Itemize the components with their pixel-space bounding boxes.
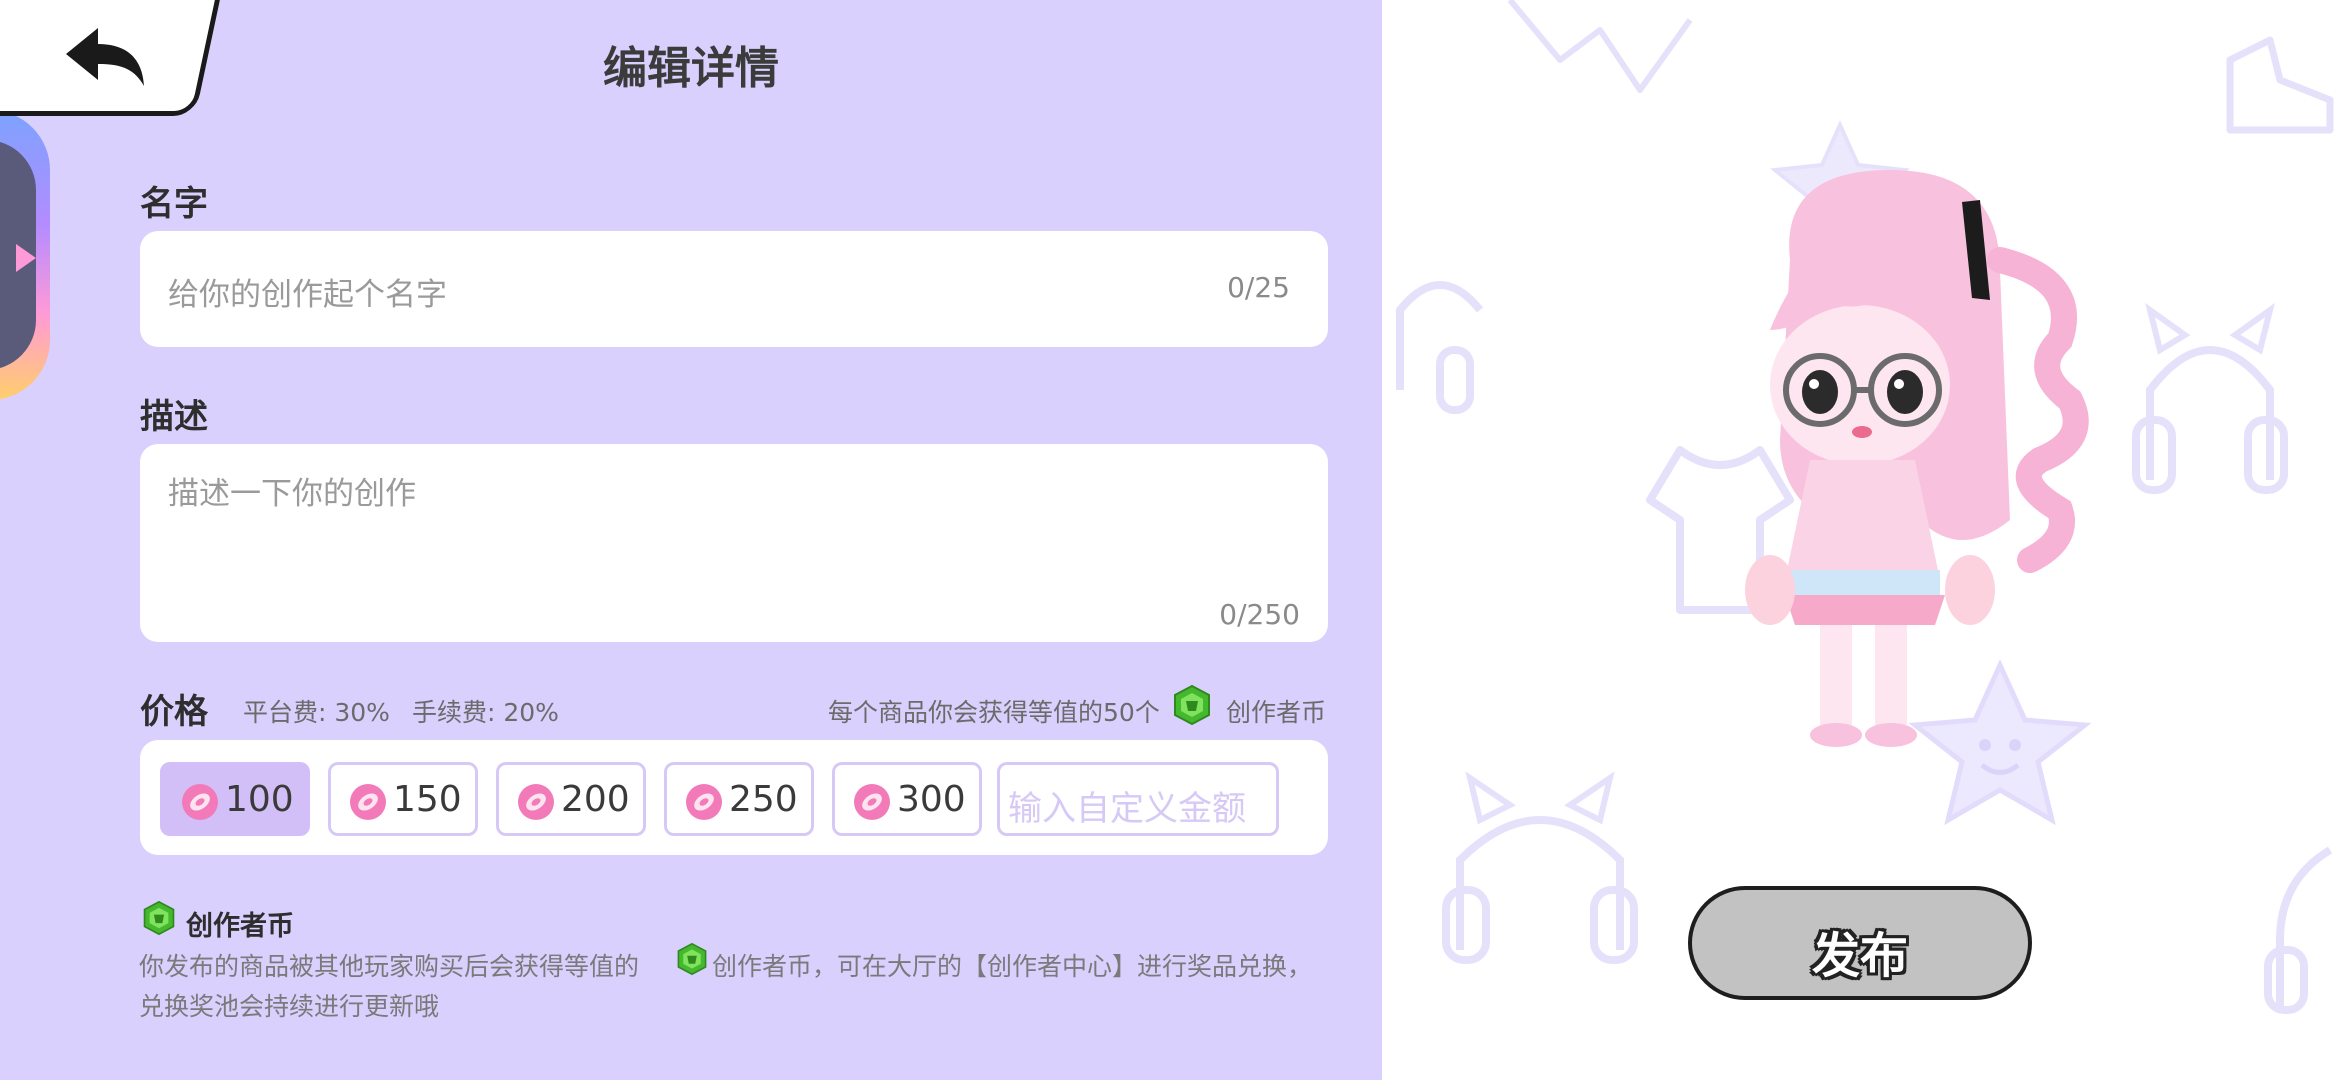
creator-coin-gem-icon [143, 900, 175, 936]
earn-info-text: 每个商品你会获得等值的50个 [828, 698, 1160, 727]
pink-coin-icon [182, 784, 218, 820]
shorts-outline-icon [1507, 0, 1693, 93]
pink-coin-icon [518, 784, 554, 820]
name-placeholder: 给你的创作起个名字 [168, 277, 447, 313]
headphones-outline-icon [1396, 281, 1484, 414]
pink-coin-icon [854, 784, 890, 820]
price-option-100[interactable]: 100 [160, 762, 310, 836]
publish-button-label: 发布 [1811, 928, 1908, 984]
creator-coin-text: 创作者币 [1226, 698, 1327, 727]
price-option-150[interactable]: 150 [328, 762, 478, 836]
name-input[interactable]: 给你的创作起个名字 0/25 [140, 231, 1328, 347]
name-char-counter: 0/25 [1227, 271, 1290, 304]
price-amount: 150 [393, 779, 462, 820]
creator-coin-gem-icon [1174, 684, 1210, 726]
price-option-300[interactable]: 300 [832, 762, 982, 836]
page-title: 编辑详情 [603, 43, 779, 94]
publish-button[interactable]: 发布 [1688, 886, 2032, 1000]
shoe-outline-icon [2226, 36, 2334, 134]
headphones-outline-icon [2132, 302, 2288, 494]
price-amount: 250 [729, 779, 798, 820]
price-option-200[interactable]: 200 [496, 762, 646, 836]
price-options-box: 100 150 200 250 300 输入自定义金额 [140, 740, 1328, 855]
description-placeholder: 描述一下你的创作 [168, 476, 416, 512]
price-option-250[interactable]: 250 [664, 762, 814, 836]
pink-coin-icon [686, 784, 722, 820]
price-label: 价格 [140, 692, 208, 732]
character-avatar [1745, 170, 2089, 747]
platform-fee-text: 平台费: 30% [243, 698, 390, 727]
pink-coin-icon [350, 784, 386, 820]
expand-arrow-icon[interactable] [16, 244, 36, 272]
description-label: 描述 [140, 397, 208, 437]
creator-coin-info-line1a: 你发布的商品被其他玩家购买后会获得等值的 [139, 952, 640, 981]
description-textarea[interactable]: 描述一下你的创作 0/250 [140, 444, 1328, 642]
custom-price-placeholder: 输入自定义金额 [1008, 789, 1246, 829]
creator-coin-info-line2: 兑换奖池会持续进行更新哦 [139, 992, 440, 1021]
creator-coin-gem-icon [677, 942, 707, 976]
price-amount: 300 [897, 779, 966, 820]
name-label: 名字 [140, 184, 208, 224]
edit-details-panel: 编辑详情 名字 给你的创作起个名字 0/25 描述 描述一下你的创作 0/250… [0, 0, 1382, 1080]
headphones-outline-icon [1442, 771, 1638, 964]
creator-coin-info-title: 创作者币 [186, 911, 294, 942]
service-fee-text: 手续费: 20% [412, 698, 559, 727]
description-char-counter: 0/250 [1219, 598, 1300, 631]
price-amount: 200 [561, 779, 630, 820]
custom-price-input[interactable]: 输入自定义金额 [997, 762, 1279, 836]
price-amount: 100 [225, 779, 294, 820]
creator-coin-info-line1b: 创作者币，可在大厅的【创作者中心】进行奖品兑换， [712, 952, 1313, 981]
headphones-outline-icon [2264, 846, 2333, 1014]
